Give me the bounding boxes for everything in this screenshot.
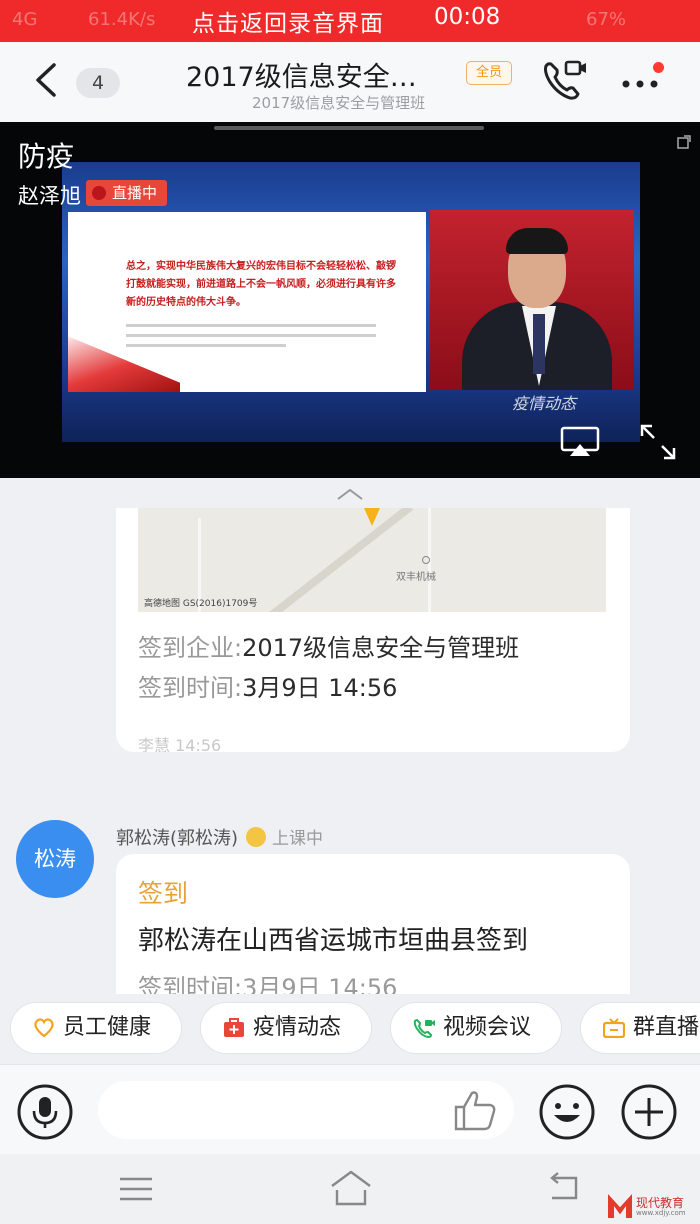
emoji-icon[interactable]: [538, 1083, 596, 1141]
plus-icon[interactable]: [620, 1083, 678, 1141]
slide-decoration: [68, 336, 180, 392]
live-badge-label: 直播中: [112, 184, 158, 202]
checkin-time-label: 签到时间:: [138, 674, 243, 702]
checkin-company-label: 签到企业:: [138, 634, 243, 662]
chat-subtitle: 2017级信息安全与管理班: [252, 94, 426, 112]
external-link-icon[interactable]: [676, 134, 692, 150]
notification-dot: [653, 62, 664, 73]
tv-icon: [603, 1018, 625, 1038]
message-list[interactable]: 双丰机械 高德地图 GS(2016)1709号 签到企业:2017级信息安全与管…: [0, 478, 700, 994]
quick-action-label: 员工健康: [63, 1015, 152, 1040]
checkin-company-line: 签到企业:2017级信息安全与管理班: [138, 628, 519, 663]
checkin-time-value: 3月9日 14:56: [242, 674, 398, 702]
checkin-card-text: 郭松涛在山西省运城市垣曲县签到: [138, 926, 529, 956]
thumbs-up-icon[interactable]: [452, 1089, 498, 1131]
return-icon[interactable]: [546, 1172, 582, 1204]
drag-handle[interactable]: [214, 126, 484, 130]
network-speed: 61.4K/s: [88, 9, 156, 30]
live-status-badge: 直播中: [86, 180, 168, 206]
site-watermark: 现代教育 www.xdjy.com: [608, 1194, 698, 1222]
airplay-icon[interactable]: [560, 426, 600, 458]
signal-indicator: 4G: [12, 9, 38, 30]
live-title: 防疫: [18, 140, 75, 173]
sender-status: 上课中: [272, 829, 324, 849]
checkin-time-line: 签到时间:3月9日 14:56: [138, 668, 397, 703]
home-icon[interactable]: [328, 1168, 374, 1208]
quick-action-group-live[interactable]: 群直播: [580, 1002, 700, 1054]
map-credit: 高德地图 GS(2016)1709号: [144, 599, 258, 609]
checkin-card-company[interactable]: 双丰机械 高德地图 GS(2016)1709号 签到企业:2017级信息安全与管…: [116, 508, 630, 752]
sender-name-line: 郭松涛(郭松涛) 上课中: [116, 824, 323, 850]
presenter-name: 赵泽旭: [18, 184, 81, 208]
checkin-card-time-label: 签到时间:: [138, 974, 243, 994]
back-arrow-icon[interactable]: [30, 62, 64, 98]
all-members-tag: 全员: [466, 61, 512, 85]
battery-level: 67%: [586, 9, 627, 30]
recording-timer: 00:08: [434, 4, 501, 30]
quick-action-video-meeting[interactable]: 视频会议: [390, 1002, 562, 1054]
video-corner-caption: 疫情动态: [512, 394, 577, 413]
watermark-logo-icon: [608, 1194, 632, 1218]
chat-title[interactable]: 2017级信息安全…: [186, 55, 417, 94]
message-input-bar: [0, 1064, 700, 1154]
presentation-slide: 总之，实现中华民族伟大复兴的宏伟目标不会轻轻松松、敲锣打鼓就能实现，前进道路上不…: [68, 212, 426, 392]
chevron-up-icon[interactable]: [334, 486, 366, 502]
recording-bar[interactable]: 4G 61.4K/s 点击返回录音界面 00:08 67%: [0, 0, 700, 42]
watermark-site: www.xdjy.com: [636, 1209, 686, 1217]
checkin-card-title: 签到: [138, 879, 189, 908]
quick-actions-bar[interactable]: 员工健康 疫情动态 视频会议 群直播: [0, 994, 700, 1064]
video-phone-icon: [413, 1018, 435, 1038]
live-dot-icon: [92, 186, 106, 200]
slide-quote: 总之，实现中华民族伟大复兴的宏伟目标不会轻轻松松、敲锣打鼓就能实现，前进道路上不…: [126, 261, 396, 308]
speaker-video: [430, 210, 634, 390]
live-video-player[interactable]: 总之，实现中华民族伟大复兴的宏伟目标不会轻轻松松、敲锣打鼓就能实现，前进道路上不…: [0, 122, 700, 478]
quick-action-epidemic-news[interactable]: 疫情动态: [200, 1002, 372, 1054]
quick-action-label: 群直播: [633, 1015, 700, 1040]
status-emoji-icon: [246, 827, 267, 847]
sender-name: 郭松涛(郭松涛): [116, 828, 239, 849]
menu-icon[interactable]: [118, 1174, 154, 1204]
system-nav-bar: 现代教育 www.xdjy.com: [0, 1154, 700, 1224]
unread-count-badge: 4: [76, 68, 120, 98]
medical-kit-icon: [224, 1018, 244, 1037]
avatar[interactable]: 松涛: [16, 820, 94, 898]
phone-video-call-icon[interactable]: [540, 58, 588, 102]
heart-icon: [34, 1018, 54, 1038]
checkin-card-location[interactable]: 签到 郭松涛在山西省运城市垣曲县签到 签到时间:3月9日 14:56: [116, 854, 630, 994]
quick-action-label: 疫情动态: [253, 1015, 342, 1040]
checkin-company-value: 2017级信息安全与管理班: [242, 634, 520, 662]
message-sender-time: 李慧 14:56: [138, 736, 222, 752]
checkin-card-time-value: 3月9日 14:56: [242, 974, 398, 994]
return-to-recording-label[interactable]: 点击返回录音界面: [192, 4, 384, 38]
quick-action-label: 视频会议: [443, 1015, 532, 1040]
fullscreen-expand-icon[interactable]: [638, 422, 678, 462]
microphone-icon[interactable]: [16, 1083, 74, 1141]
map-place-label: 双丰机械: [396, 572, 436, 583]
checkin-card-time: 签到时间:3月9日 14:56: [138, 968, 397, 994]
location-map[interactable]: 双丰机械 高德地图 GS(2016)1709号: [138, 508, 606, 612]
more-menu-icon[interactable]: [620, 70, 666, 92]
map-pin-icon: [364, 508, 380, 526]
quick-action-employee-health[interactable]: 员工健康: [10, 1002, 182, 1054]
chat-header: 4 2017级信息安全… 全员 2017级信息安全与管理班: [0, 42, 700, 122]
